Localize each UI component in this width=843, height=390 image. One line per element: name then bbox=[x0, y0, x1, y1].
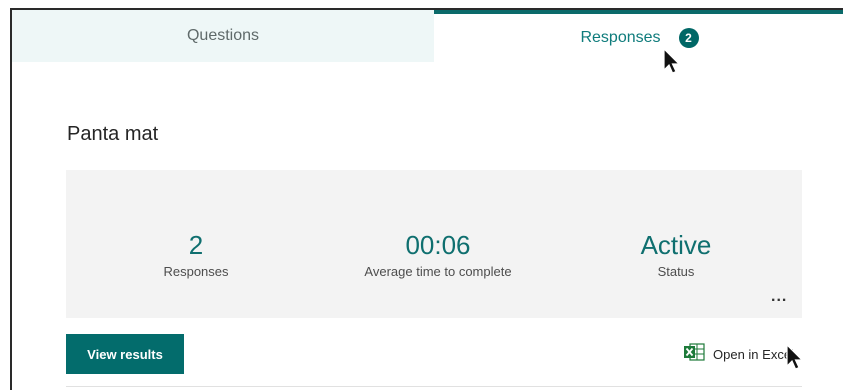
stat-responses: 2 Responses bbox=[136, 230, 256, 279]
open-in-excel-button[interactable]: Open in Excel bbox=[683, 342, 794, 367]
status-caption: Status bbox=[657, 264, 695, 279]
responses-panel: Questions Responses 2 Panta mat 2 Respon… bbox=[10, 8, 843, 390]
responses-caption: Responses bbox=[163, 264, 229, 279]
tab-questions[interactable]: Questions bbox=[12, 10, 434, 62]
stat-average-time: 00:06 Average time to complete bbox=[338, 230, 538, 279]
more-options-button[interactable]: ... bbox=[771, 288, 787, 306]
responses-value: 2 bbox=[188, 230, 204, 260]
stat-status: Active Status bbox=[626, 230, 726, 279]
mouse-cursor-icon bbox=[663, 48, 681, 74]
mouse-cursor-icon bbox=[786, 344, 804, 370]
open-in-excel-label: Open in Excel bbox=[713, 347, 794, 362]
average-time-value: 00:06 bbox=[405, 230, 471, 260]
divider bbox=[66, 386, 802, 387]
tab-responses-label: Responses bbox=[580, 29, 661, 46]
tab-responses[interactable]: Responses 2 bbox=[434, 10, 843, 62]
tab-bar: Questions Responses 2 bbox=[12, 10, 843, 62]
status-value: Active bbox=[640, 230, 712, 260]
form-title: Panta mat bbox=[67, 123, 159, 145]
excel-icon bbox=[683, 342, 705, 367]
summary-card: 2 Responses 00:06 Average time to comple… bbox=[66, 170, 802, 318]
view-results-button[interactable]: View results bbox=[66, 334, 184, 374]
tab-questions-label: Questions bbox=[186, 27, 260, 44]
average-time-caption: Average time to complete bbox=[364, 264, 512, 279]
responses-count-badge: 2 bbox=[678, 28, 699, 48]
